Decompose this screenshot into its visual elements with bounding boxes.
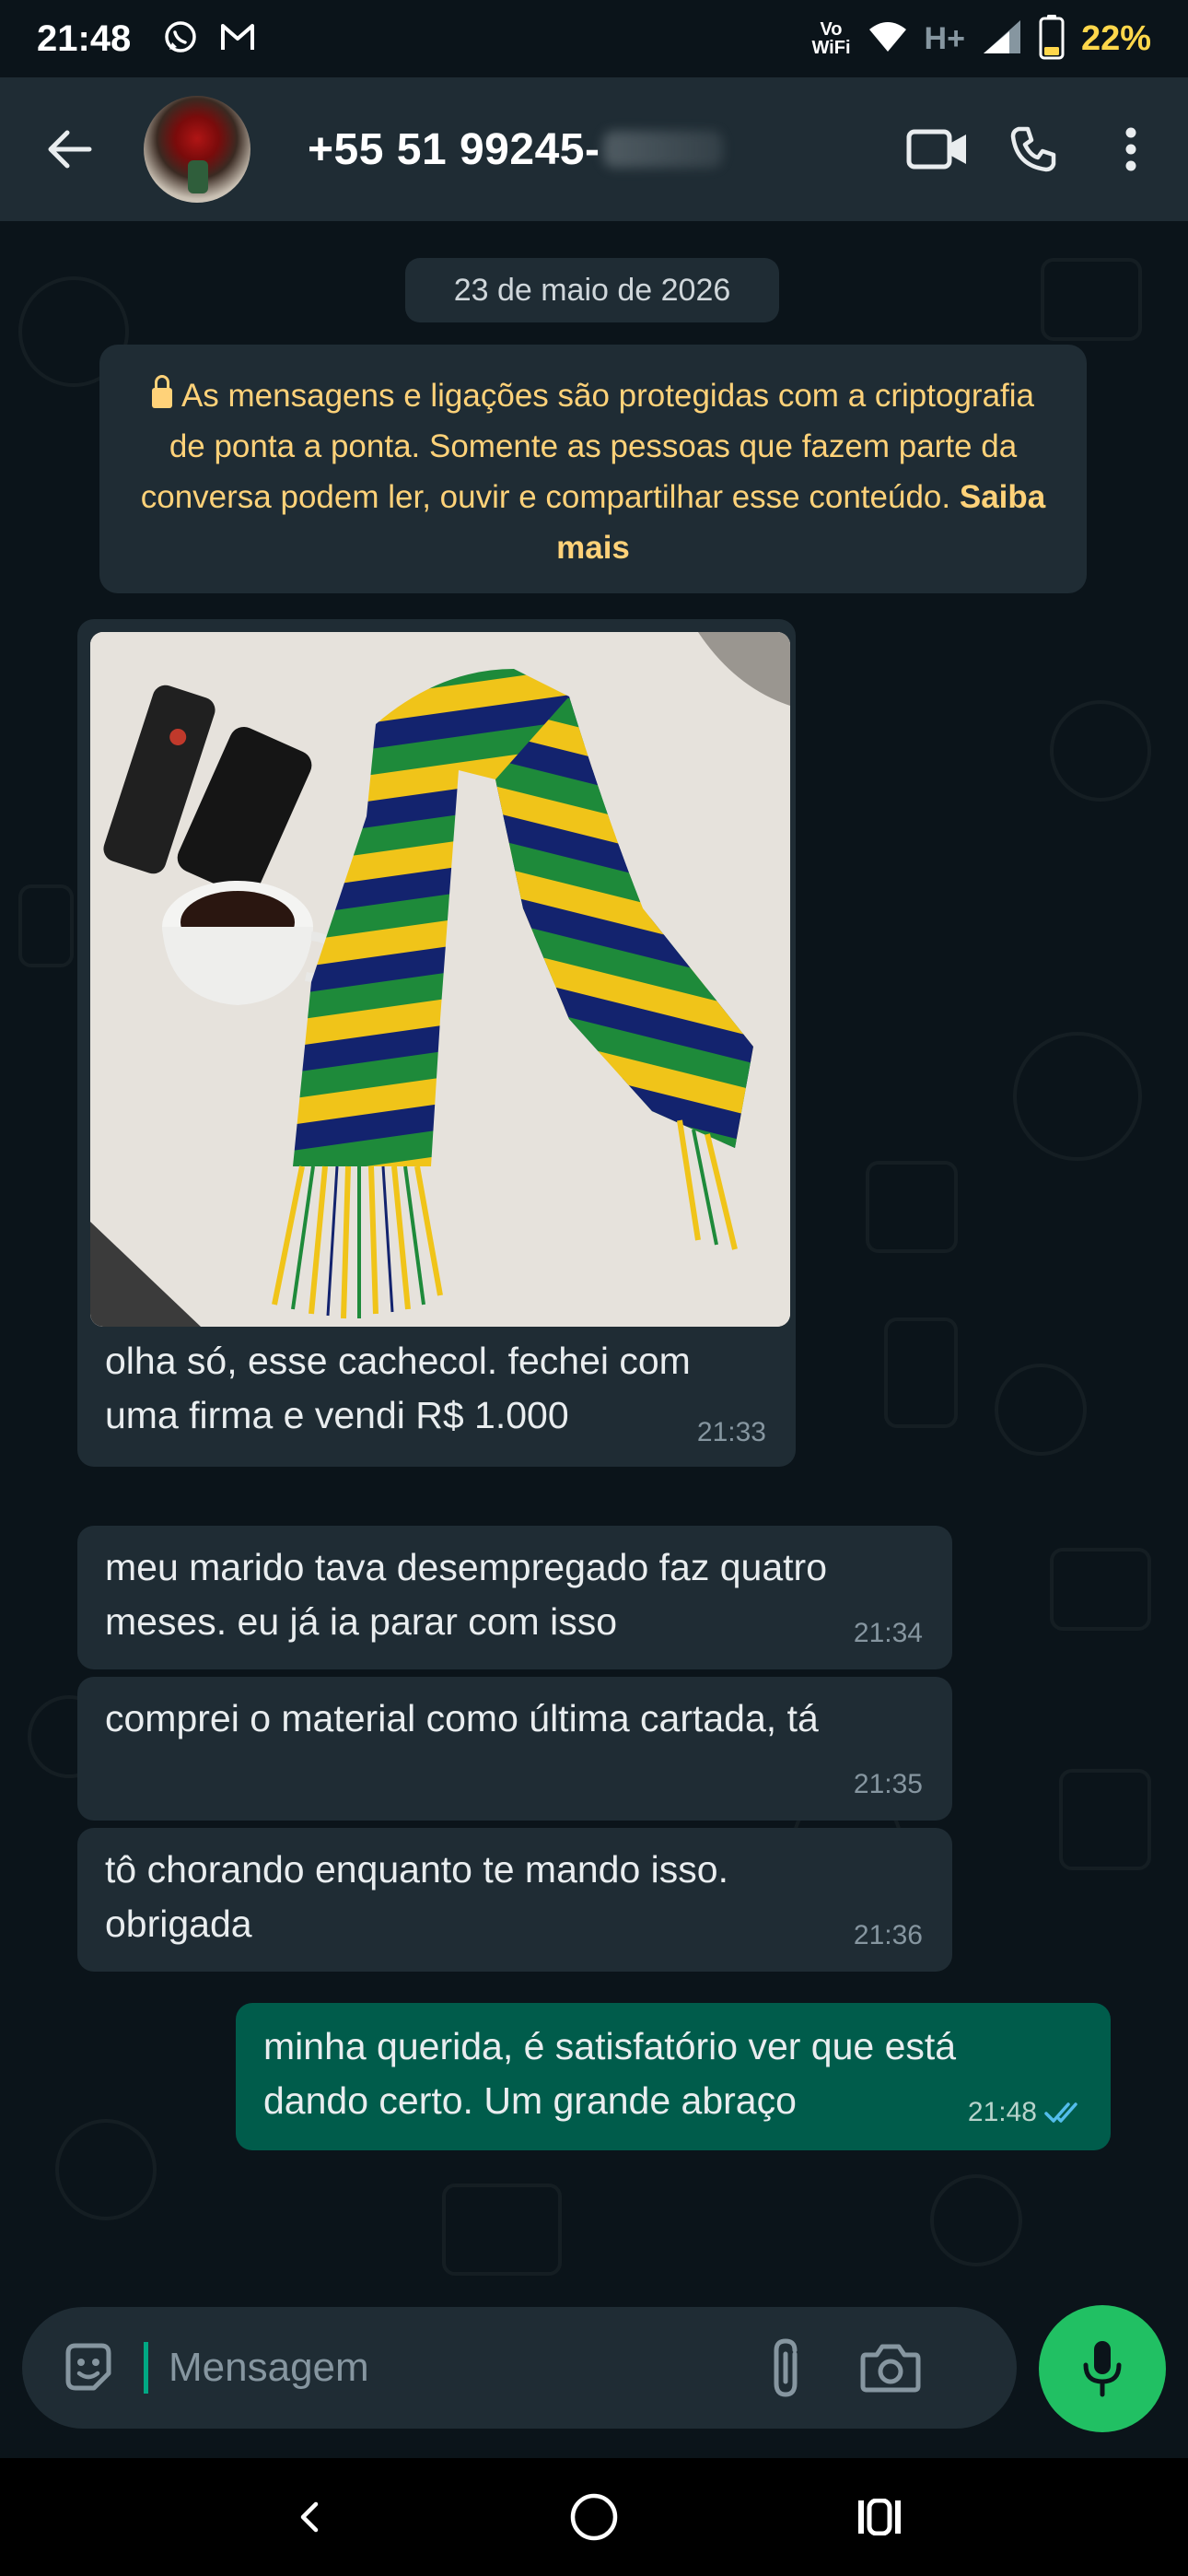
nav-back-button[interactable] xyxy=(267,2476,350,2558)
message-text: meu marido tava desempregado faz quatro … xyxy=(105,1546,828,1643)
wallpaper-doodle xyxy=(930,2174,1022,2266)
message-time: 21:48 xyxy=(968,2097,1085,2128)
text-cursor xyxy=(144,2342,148,2394)
more-options-icon xyxy=(1125,127,1136,171)
camera-button[interactable] xyxy=(852,2329,929,2406)
contact-name[interactable]: +55 51 99245- xyxy=(308,124,724,175)
microphone-icon xyxy=(1083,2341,1122,2397)
vowifi-line1: Vo xyxy=(820,19,843,40)
message-text: olha só, esse cachecol. fechei com uma f… xyxy=(105,1340,691,1436)
message-time-text: 21:48 xyxy=(967,2097,1037,2127)
battery-percent: 22% xyxy=(1080,18,1151,58)
message-bubble[interactable]: olha só, esse cachecol. fechei com uma f… xyxy=(77,619,796,1467)
wallpaper-doodle xyxy=(866,1161,958,1253)
message-bubble[interactable]: meu marido tava desempregado faz quatro … xyxy=(77,1526,952,1669)
contact-avatar[interactable] xyxy=(144,96,250,203)
wallpaper-doodle xyxy=(55,2119,157,2220)
message-text: comprei o material como última cartada, … xyxy=(105,1697,819,1739)
date-separator: 23 de maio de 2026 xyxy=(405,258,779,322)
encryption-notice-text: As mensagens e ligações são protegidas c… xyxy=(140,378,1035,515)
contact-phone: +55 51 99245- xyxy=(308,124,600,174)
message-bubble[interactable]: comprei o material como última cartada, … xyxy=(77,1677,952,1821)
vowifi-line2: WiFi xyxy=(811,38,851,58)
message-input[interactable] xyxy=(169,2345,740,2391)
attach-button[interactable] xyxy=(747,2329,824,2406)
status-time: 21:48 xyxy=(37,18,132,59)
whatsapp-icon xyxy=(162,18,199,60)
video-call-icon xyxy=(906,129,966,170)
battery-icon xyxy=(1039,14,1065,64)
message-text: minha querida, é satisfatório ver que es… xyxy=(263,2025,957,2122)
status-bar: 21:48 Vo WiFi H+ 22% xyxy=(0,0,1188,77)
nav-recents-icon xyxy=(858,2499,901,2535)
message-bubble[interactable]: tô chorando enquanto te mando isso. obri… xyxy=(77,1828,952,1972)
wallpaper-doodle xyxy=(1041,258,1142,341)
voice-message-button[interactable] xyxy=(1039,2305,1166,2432)
message-photo[interactable] xyxy=(90,632,790,1327)
back-arrow-icon xyxy=(48,130,92,169)
signal-icon xyxy=(982,18,1022,60)
wallpaper-doodle xyxy=(1050,1548,1151,1631)
wallpaper-doodle xyxy=(18,884,74,967)
read-receipt-icon xyxy=(1044,2102,1077,2123)
wallpaper-doodle xyxy=(1059,1769,1151,1870)
wallpaper-doodle xyxy=(1013,1032,1142,1161)
wallpaper-doodle xyxy=(884,1317,958,1428)
vowifi-indicator: Vo WiFi xyxy=(811,20,850,57)
more-options-button[interactable] xyxy=(1094,112,1168,186)
wifi-icon xyxy=(868,20,908,58)
emoji-button[interactable] xyxy=(52,2331,125,2405)
message-time: 21:33 xyxy=(696,1417,766,1447)
wallpaper-doodle xyxy=(442,2184,562,2276)
back-button[interactable] xyxy=(37,117,101,181)
redacted-digits xyxy=(603,131,724,168)
message-bubble-outgoing[interactable]: minha querida, é satisfatório ver que es… xyxy=(236,2003,1111,2150)
voice-call-button[interactable] xyxy=(996,112,1070,186)
notification-icons xyxy=(162,18,256,60)
encryption-notice[interactable]: As mensagens e ligações são protegidas c… xyxy=(99,345,1087,593)
nav-back-icon xyxy=(300,2501,319,2533)
nav-recents-button[interactable] xyxy=(838,2476,921,2558)
wallpaper-doodle xyxy=(995,1364,1087,1456)
message-text: tô chorando enquanto te mando isso. obri… xyxy=(105,1848,728,1945)
paperclip-icon xyxy=(774,2338,798,2397)
sticker-icon xyxy=(65,2343,111,2391)
gmail-icon xyxy=(219,20,256,58)
message-composer xyxy=(22,2307,1017,2429)
message-time: 21:34 xyxy=(853,1618,923,1648)
phone-icon xyxy=(1010,126,1056,172)
camera-icon xyxy=(860,2344,921,2393)
wallpaper-doodle xyxy=(1050,700,1151,802)
chat-header: +55 51 99245- xyxy=(0,77,1188,221)
message-time: 21:35 xyxy=(853,1769,923,1799)
message-time: 21:36 xyxy=(853,1920,923,1950)
nav-home-button[interactable] xyxy=(553,2476,635,2558)
mobile-data-label: H+ xyxy=(924,20,965,56)
system-navigation-bar xyxy=(0,2458,1188,2576)
lock-icon xyxy=(151,375,172,408)
video-call-button[interactable] xyxy=(901,112,974,186)
chat-area[interactable]: 23 de maio de 2026 As mensagens e ligaçõ… xyxy=(0,221,1188,2458)
nav-home-icon xyxy=(570,2493,618,2541)
